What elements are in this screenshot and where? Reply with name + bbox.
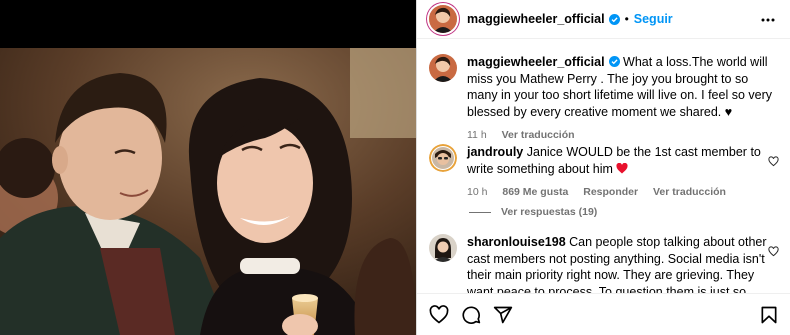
caption-avatar-image	[429, 54, 457, 82]
post-photo[interactable]	[0, 48, 416, 335]
verified-badge-icon	[608, 13, 620, 25]
comment-heart-icon[interactable]	[768, 246, 779, 257]
comments-section[interactable]: maggiewheeler_official What a loss.The w…	[417, 40, 790, 293]
header-separator: •	[624, 12, 629, 26]
comment-avatar-image	[429, 144, 457, 172]
caption-username[interactable]: maggiewheeler_official	[467, 55, 605, 69]
caption-verified-badge-icon	[608, 56, 620, 67]
comment-item: sharonlouise198 Can people stop talking …	[429, 234, 779, 293]
comment-reply-button[interactable]: Responder	[583, 186, 638, 198]
author-avatar-image	[429, 5, 457, 33]
caption-meta: 11 h Ver traducción	[467, 127, 779, 144]
follow-button[interactable]: Seguir	[634, 12, 673, 26]
comment-time[interactable]: 10 h	[467, 186, 487, 198]
comment-body: jandrouly Janice WOULD be the 1st cast m…	[467, 144, 779, 201]
author-username[interactable]: maggiewheeler_official	[467, 12, 605, 26]
view-replies-button[interactable]: Ver respuestas (19)	[469, 206, 597, 218]
heart-icon[interactable]	[429, 304, 449, 325]
comment-body: sharonlouise198 Can people stop talking …	[467, 234, 779, 293]
post-header: maggiewheeler_official • Seguir	[417, 0, 790, 39]
comment-meta: 10 h 869 Me gusta Responder Ver traducci…	[467, 184, 779, 201]
comment-item: jandrouly Janice WOULD be the 1st cast m…	[429, 144, 779, 201]
comment-translate-link[interactable]: Ver traducción	[653, 186, 726, 198]
comment-heart-icon[interactable]	[768, 156, 779, 167]
caption: maggiewheeler_official What a loss.The w…	[429, 54, 779, 144]
comment-username[interactable]: sharonlouise198	[467, 235, 566, 249]
comment-icon[interactable]	[461, 305, 481, 325]
view-replies-line	[469, 211, 491, 213]
more-options-icon[interactable]	[760, 12, 776, 28]
red-heart-emoji-icon	[616, 162, 628, 173]
view-replies-label: Ver respuestas (19)	[501, 206, 598, 218]
bookmark-icon[interactable]	[759, 305, 779, 325]
caption-body: maggiewheeler_official What a loss.The w…	[467, 54, 779, 144]
share-icon[interactable]	[493, 305, 513, 325]
post-actions-bar	[417, 293, 790, 335]
caption-time[interactable]: 11 h	[467, 129, 487, 141]
comment-avatar[interactable]	[429, 144, 457, 172]
comment-avatar[interactable]	[429, 234, 457, 262]
post-photo-illustration	[0, 48, 416, 335]
caption-translate-link[interactable]: Ver traducción	[502, 129, 575, 141]
post-media-panel	[0, 0, 416, 335]
caption-author-avatar[interactable]	[429, 54, 457, 82]
author-avatar[interactable]	[429, 5, 457, 33]
comment-likes-count[interactable]: 869 Me gusta	[502, 186, 568, 198]
post-side-panel: maggiewheeler_official • Seguir maggiewh…	[416, 0, 790, 335]
comment-username[interactable]: jandrouly	[467, 145, 523, 159]
comment-avatar-image	[429, 234, 457, 262]
